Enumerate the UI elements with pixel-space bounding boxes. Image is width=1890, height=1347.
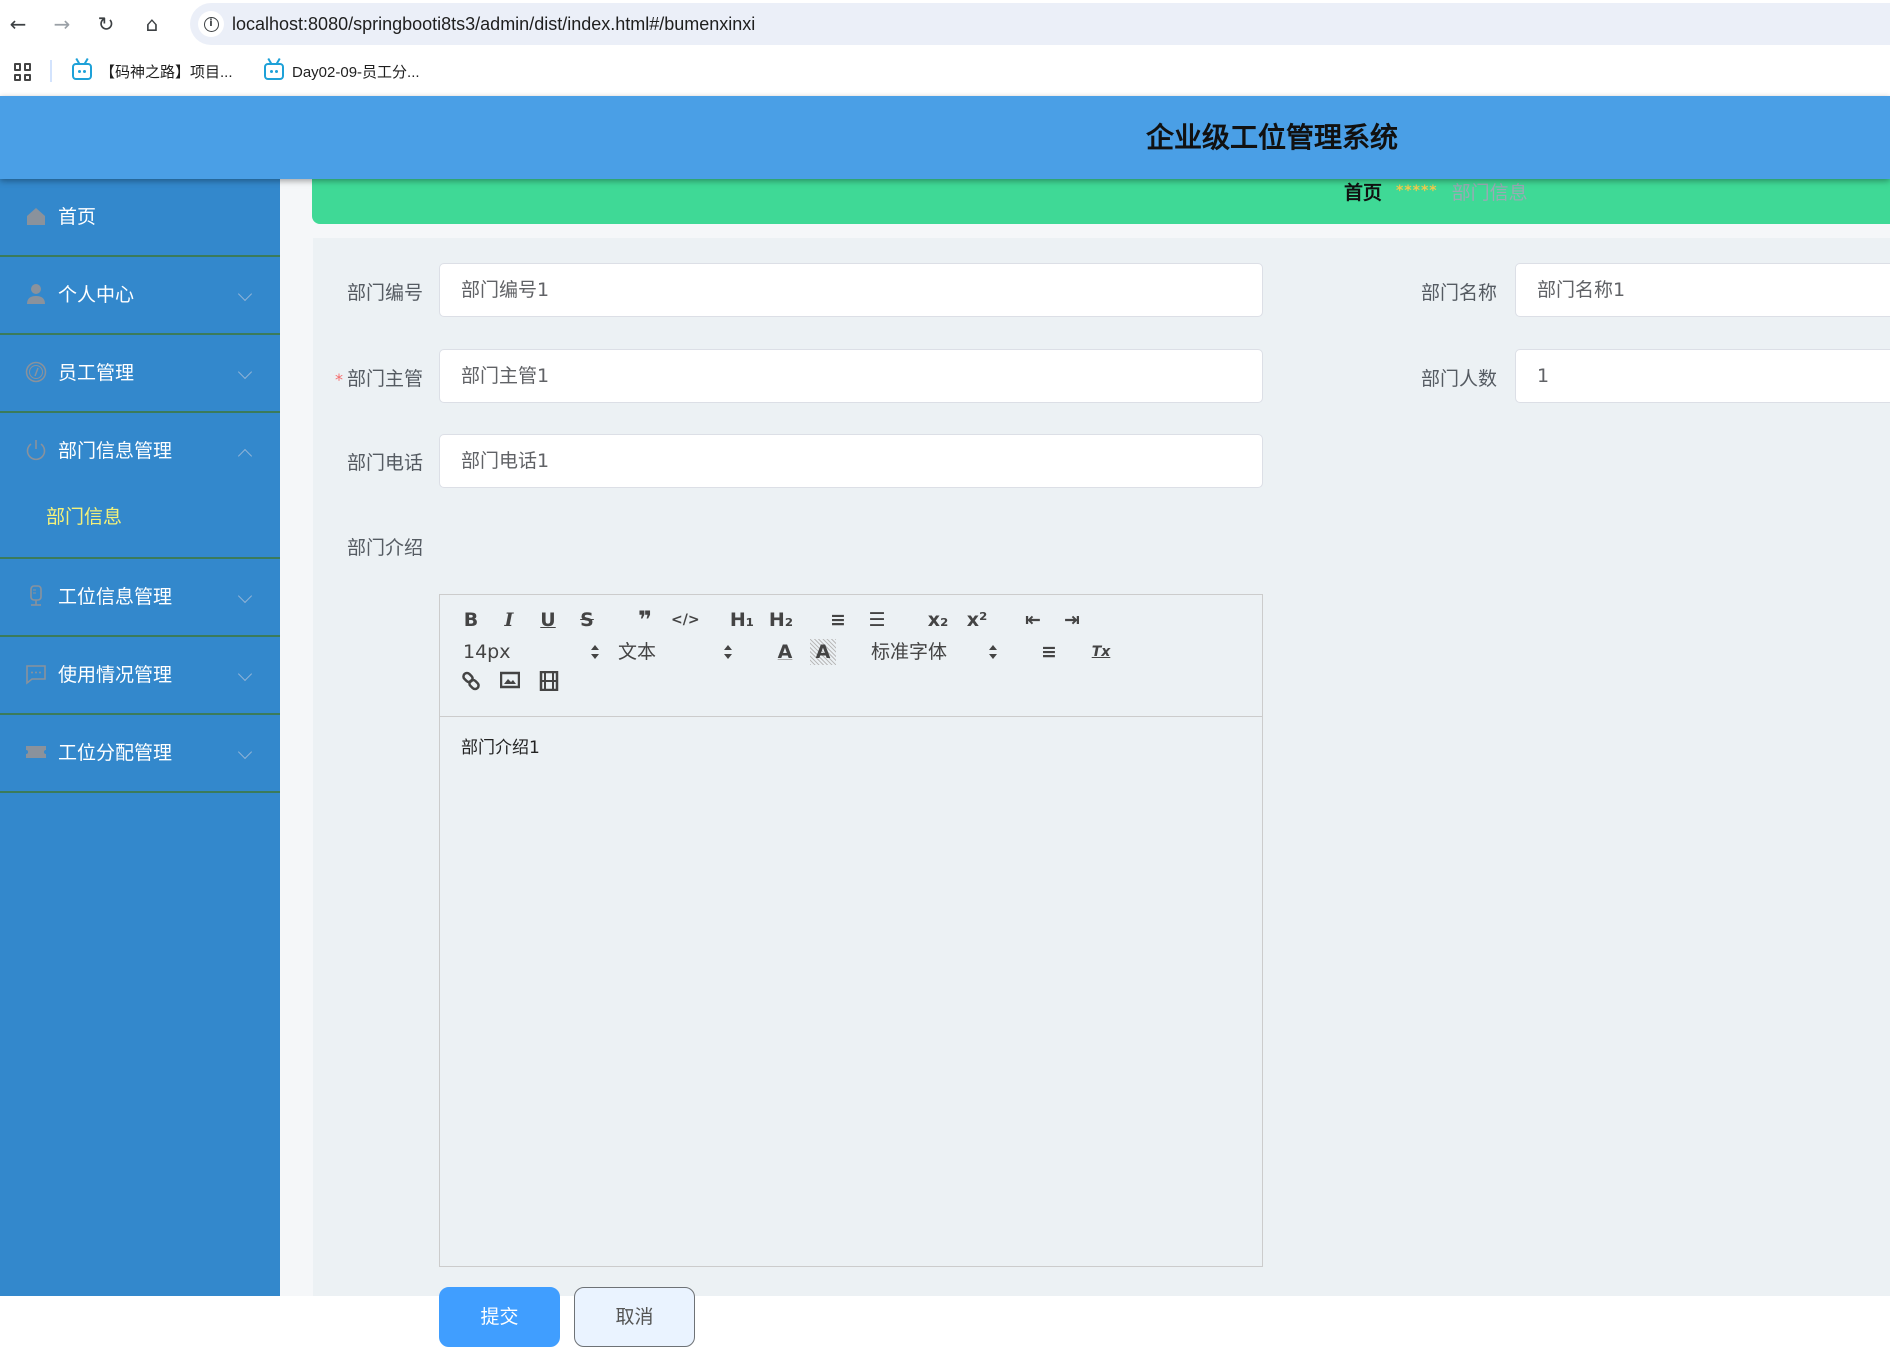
chevron-down-icon xyxy=(237,364,253,380)
italic-icon[interactable]: I xyxy=(496,607,522,633)
sidebar-item-home[interactable]: 首页 xyxy=(0,179,280,257)
sidebar-item-workstation-management[interactable]: 工位信息管理 xyxy=(0,559,280,637)
bookmark-item[interactable]: Day02-09-员工分... xyxy=(264,58,420,84)
bookmark-label: 【码神之路】项目... xyxy=(100,63,233,81)
chevron-up-icon xyxy=(237,448,253,464)
main-content: 首页 ***** 部门信息 部门编号 部门编号1 部门名称 部门名称1 * 部门主… xyxy=(280,179,1890,1347)
dept-intro-label: 部门介绍 xyxy=(346,537,423,559)
back-icon[interactable]: ← xyxy=(4,10,32,38)
sidebar-item-label: 首页 xyxy=(58,206,97,228)
indent-icon[interactable]: ⇥ xyxy=(1059,607,1085,633)
font-color-icon[interactable]: A xyxy=(772,639,798,665)
gauge-icon xyxy=(25,361,47,383)
bookmarks-divider xyxy=(50,60,52,82)
chevron-down-icon xyxy=(237,666,253,682)
underline-icon[interactable]: U xyxy=(535,607,561,633)
bilibili-tv-icon xyxy=(264,62,284,80)
breadcrumb-home[interactable]: 首页 xyxy=(1344,178,1382,205)
address-bar[interactable]: i localhost:8080/springbooti8ts3/admin/d… xyxy=(190,3,1890,45)
chat-icon xyxy=(25,663,47,685)
link-icon[interactable] xyxy=(458,671,484,697)
app-title: 企业级工位管理系统 xyxy=(1145,121,1398,154)
background-color-icon[interactable]: A xyxy=(810,639,836,665)
home-icon xyxy=(25,205,47,227)
sidebar-subitem-department-info[interactable]: 部门信息 xyxy=(46,491,122,543)
align-icon[interactable]: ≡ xyxy=(1036,639,1062,665)
home-icon[interactable]: ⌂ xyxy=(138,10,166,38)
ordered-list-icon[interactable]: ≡ xyxy=(825,607,851,633)
select-arrows-icon xyxy=(724,645,732,659)
bookmarks-bar: 【码神之路】项目... Day02-09-员工分... xyxy=(0,52,1890,90)
editor-toolbar: B I U S ❞ </> H₁ H₂ ≡ ☰ x₂ x² ⇤ ⇥ 14px 文… xyxy=(440,595,1262,717)
bilibili-tv-icon xyxy=(72,62,92,80)
dept-name-label: 部门名称 xyxy=(1420,282,1497,304)
apps-grid-icon[interactable] xyxy=(14,63,32,81)
dept-phone-input[interactable]: 部门电话1 xyxy=(439,434,1263,488)
chevron-down-icon xyxy=(237,588,253,604)
power-icon xyxy=(25,439,47,461)
superscript-icon[interactable]: x² xyxy=(961,607,993,633)
dept-no-label: 部门编号 xyxy=(346,282,423,304)
font-size-select[interactable]: 14px xyxy=(463,639,599,665)
sidebar-item-label: 工位分配管理 xyxy=(58,742,173,764)
blockquote-icon[interactable]: ❞ xyxy=(632,607,658,633)
dept-no-input[interactable]: 部门编号1 xyxy=(439,263,1263,317)
sidebar-item-allocation-management[interactable]: 工位分配管理 xyxy=(0,715,280,793)
breadcrumb-separator: ***** xyxy=(1396,183,1438,199)
ticket-icon xyxy=(25,741,47,763)
url-text[interactable]: localhost:8080/springbooti8ts3/admin/dis… xyxy=(232,3,755,45)
dept-phone-label: 部门电话 xyxy=(346,452,423,474)
breadcrumb: 首页 ***** 部门信息 xyxy=(312,179,1890,224)
image-icon[interactable] xyxy=(497,671,523,697)
strikethrough-icon[interactable]: S xyxy=(574,607,600,633)
sidebar: 首页 个人中心 员工管理 部门信息管理 部门信息 工位信息管理 使用情况管理 工… xyxy=(0,179,280,1296)
select-arrows-icon xyxy=(989,645,997,659)
header-select[interactable]: 文本 xyxy=(618,639,738,665)
sidebar-item-personal-center[interactable]: 个人中心 xyxy=(0,257,280,335)
cancel-button[interactable]: 取消 xyxy=(574,1287,695,1347)
microphone-icon xyxy=(25,585,47,607)
submenu: 部门信息 xyxy=(0,491,280,559)
clear-format-icon[interactable]: Tx xyxy=(1088,639,1114,665)
browser-chrome: ← → ↻ ⌂ i localhost:8080/springbooti8ts3… xyxy=(0,0,1890,96)
bookmark-item[interactable]: 【码神之路】项目... xyxy=(72,58,233,84)
subscript-icon[interactable]: x₂ xyxy=(922,607,954,633)
bold-icon[interactable]: B xyxy=(458,607,484,633)
video-icon[interactable] xyxy=(536,670,562,697)
dept-manager-input[interactable]: 部门主管1 xyxy=(439,349,1263,403)
required-mark: * xyxy=(334,370,343,389)
sidebar-item-label: 员工管理 xyxy=(58,362,135,384)
sidebar-item-label: 个人中心 xyxy=(58,284,135,306)
editor-content[interactable]: 部门介绍1 xyxy=(461,733,540,758)
sidebar-item-employee-management[interactable]: 员工管理 xyxy=(0,335,280,413)
heading2-icon[interactable]: H₂ xyxy=(765,607,797,633)
dept-name-input[interactable]: 部门名称1 xyxy=(1515,263,1890,317)
site-info-icon[interactable]: i xyxy=(198,11,224,37)
chevron-down-icon xyxy=(237,744,253,760)
department-form: 部门编号 部门编号1 部门名称 部门名称1 * 部门主管 部门主管1 部门人数 1… xyxy=(313,238,1890,1347)
bookmark-label: Day02-09-员工分... xyxy=(292,63,420,81)
sidebar-item-department-management[interactable]: 部门信息管理 xyxy=(0,413,280,491)
reload-icon[interactable]: ↻ xyxy=(92,10,120,38)
submit-button[interactable]: 提交 xyxy=(439,1287,560,1347)
sidebar-item-label: 部门信息管理 xyxy=(58,440,173,462)
dept-count-label: 部门人数 xyxy=(1420,368,1497,390)
code-block-icon[interactable]: </> xyxy=(671,607,700,633)
sidebar-item-label: 使用情况管理 xyxy=(58,664,173,686)
app-header: 企业级工位管理系统 xyxy=(0,96,1890,179)
chevron-down-icon xyxy=(237,286,253,302)
font-family-select[interactable]: 标准字体 xyxy=(871,639,1011,665)
breadcrumb-current: 部门信息 xyxy=(1451,181,1528,204)
forward-icon[interactable]: → xyxy=(48,10,76,38)
bullet-list-icon[interactable]: ☰ xyxy=(864,607,890,633)
sidebar-item-label: 工位信息管理 xyxy=(58,586,173,608)
user-icon xyxy=(25,283,47,305)
outdent-icon[interactable]: ⇤ xyxy=(1020,607,1046,633)
heading1-icon[interactable]: H₁ xyxy=(726,607,758,633)
select-arrows-icon xyxy=(591,645,599,659)
sidebar-item-usage-management[interactable]: 使用情况管理 xyxy=(0,637,280,715)
dept-manager-label: * 部门主管 xyxy=(334,368,423,390)
dept-count-input[interactable]: 1 xyxy=(1515,349,1890,403)
rich-text-editor: B I U S ❞ </> H₁ H₂ ≡ ☰ x₂ x² ⇤ ⇥ 14px 文… xyxy=(439,594,1263,1267)
